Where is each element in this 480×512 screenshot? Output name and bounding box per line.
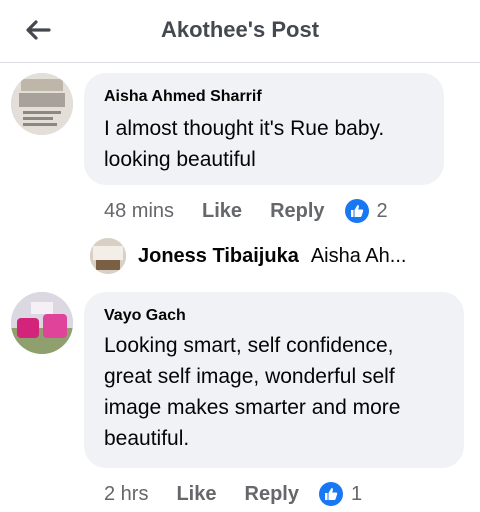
thumbs-up-icon[interactable] bbox=[318, 482, 343, 506]
comment-actions: 48 mins Like Reply 2 bbox=[104, 197, 388, 225]
thumbs-up-icon[interactable] bbox=[344, 199, 369, 223]
reply-button[interactable]: Reply bbox=[270, 200, 324, 223]
reply-snippet: Aisha Ah... bbox=[310, 244, 407, 267]
page-title: Akothee's Post bbox=[160, 17, 320, 42]
comment-text-line: Looking smart, self confidence, bbox=[104, 334, 394, 357]
reply-button[interactable]: Reply bbox=[245, 483, 299, 506]
comment-author[interactable]: Vayo Gach bbox=[104, 307, 186, 325]
reaction-count[interactable]: 2 bbox=[377, 200, 388, 223]
reply-author[interactable]: Joness Tibaijuka bbox=[138, 245, 299, 268]
comment-time: 48 mins bbox=[104, 199, 175, 222]
reaction-count[interactable]: 1 bbox=[351, 483, 362, 506]
profile-photo-icon bbox=[11, 292, 73, 354]
comment-author[interactable]: Aisha Ahmed Sharrif bbox=[104, 88, 262, 106]
reply-preview[interactable]: Joness Tibaijuka Aisha Ah... bbox=[90, 236, 470, 276]
comment-actions: 2 hrs Like Reply 1 bbox=[104, 480, 362, 508]
top-bar: Akothee's Post bbox=[0, 0, 480, 63]
comment-bubble[interactable]: Aisha Ahmed Sharrif I almost thought it'… bbox=[84, 73, 444, 185]
profile-photo-icon bbox=[90, 238, 126, 274]
avatar[interactable] bbox=[11, 292, 73, 354]
comment-text-line: image makes smarter and more bbox=[104, 396, 401, 419]
like-button[interactable]: Like bbox=[202, 200, 242, 223]
avatar[interactable] bbox=[11, 73, 73, 135]
comment-text-line: I almost thought it's Rue baby. bbox=[104, 117, 385, 140]
comment-text-line: great self image, wonderful self bbox=[104, 365, 395, 388]
avatar[interactable] bbox=[90, 238, 126, 274]
comment-text-line: looking beautiful bbox=[104, 148, 256, 171]
comment-time: 2 hrs bbox=[104, 482, 149, 505]
like-button[interactable]: Like bbox=[176, 483, 216, 506]
comment-text-line: beautiful. bbox=[104, 427, 190, 450]
profile-photo-icon bbox=[11, 73, 73, 135]
comment-bubble[interactable]: Vayo Gach Looking smart, self confidence… bbox=[84, 292, 464, 468]
